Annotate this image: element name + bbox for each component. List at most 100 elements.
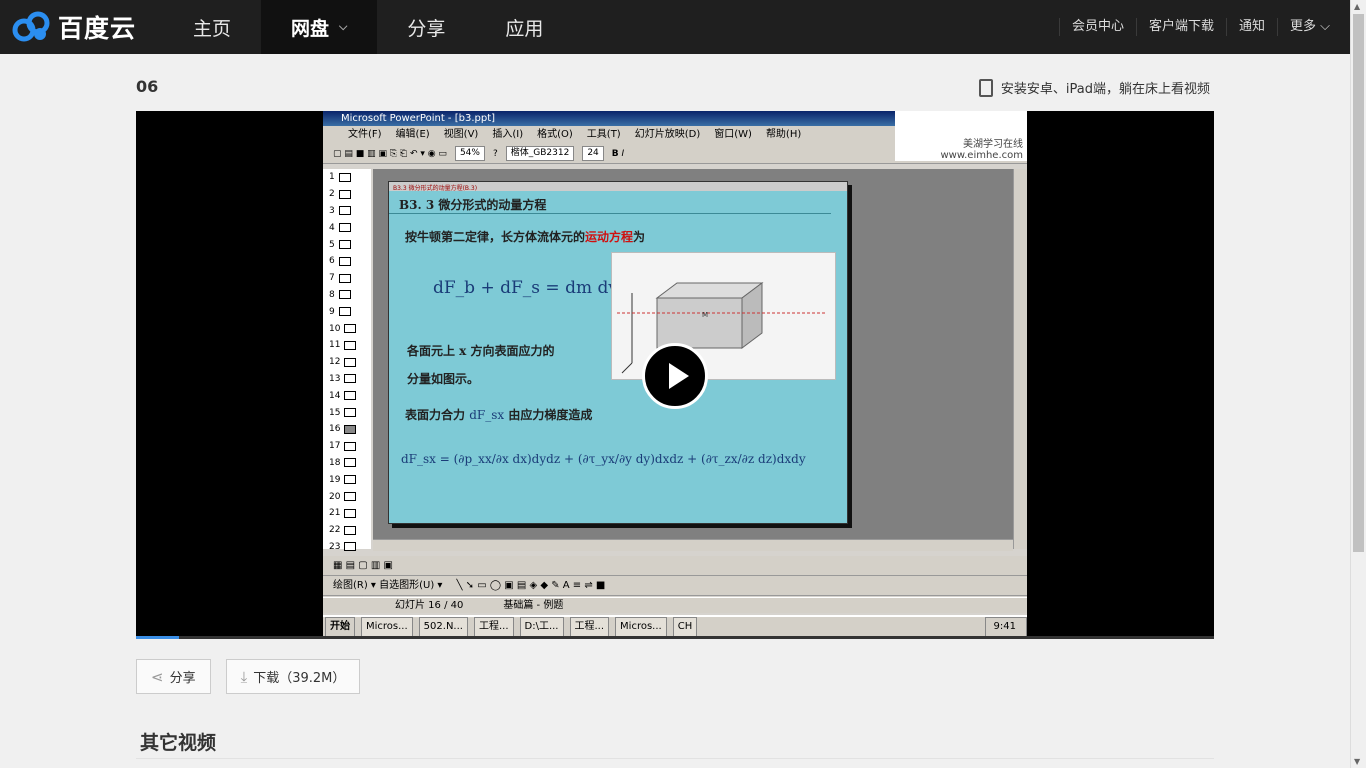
slide-number: 7 [329,273,335,284]
ppt-menu-item: 窗口(W) [714,129,752,140]
ppt-bottom-toolbars: ▦ ▤ ▢ ▥ ▣ 绘图(R) ▾ 自选图形(U) ▾ ╲ ➘ ▭ ◯ ▣ ▤ ◈… [323,556,1027,596]
slide-thumb: 13 [323,371,371,388]
other-videos-heading: 其它视频 [140,732,217,754]
ppt-menu-item: 编辑(E) [395,129,430,140]
slide-number: 23 [329,541,341,552]
slide-equation-2: dF_sx = (∂p_xx/∂x dx)dydz + (∂τ_yx/∂y dy… [401,452,806,466]
taskbar-item: Micros... [361,617,413,637]
video-title: 06 [136,77,159,96]
main-nav: 主页 网盘 ⌵ 分享 应用 [163,0,573,54]
nav-netdisk[interactable]: 网盘 ⌵ [261,0,378,54]
vip-center-link[interactable]: 会员中心 [1058,18,1136,36]
scroll-down-icon[interactable]: ▼ [1354,757,1360,766]
slide-number: 8 [329,289,335,300]
slide-thumb: 11 [323,337,371,354]
notifications-link[interactable]: 通知 [1225,18,1277,36]
scroll-up-icon[interactable]: ▲ [1354,2,1360,11]
slide-line1-b: 运动方程 [585,230,634,244]
ppt-menu-item: 幻灯片放映(D) [634,129,701,140]
slide-thumb-icon [338,307,351,317]
slide-thumb: 15 [323,404,371,421]
video-actions: ⋖ 分享 ⤓ 下载（39.2M） [136,659,361,694]
taskbar-clock: 9:41 [984,617,1027,637]
status-slide: 幻灯片 16 / 40 [395,600,464,611]
slide-line4-c: 由应力梯度造成 [508,408,593,422]
logo-text: 百度云 [58,14,137,43]
ppt-menu-item: 视图(V) [443,129,479,140]
slide-thumb: 6 [323,253,371,270]
start-button: 开始 [325,617,355,637]
slide: B3.3 微分形式的动量方程(B.3) B3. 3 微分形式的动量方程 按牛顿第… [388,181,848,524]
nav-share[interactable]: 分享 [377,0,475,54]
slide-number: 2 [329,189,335,200]
slide-thumb: 16 [323,421,371,438]
nav-apps[interactable]: 应用 [475,0,573,54]
slide-line1: 按牛顿第二定律，长方体流体元的运动方程为 [405,228,847,245]
play-icon [669,363,689,389]
more-menu[interactable]: 更多 ⌵ [1276,18,1342,36]
slide-line2: 各面元上 x 方向表面应力的 [407,344,555,358]
ppt-toolbar-icons: ▢ ▤ ■ ▥ ▣ ⎘ ⎗ ↶ ▾ ◉ ▭ [333,149,447,159]
page-scrollbar[interactable]: ▲ ▼ [1350,0,1366,768]
slide-number: 5 [329,239,335,250]
slide-thumb-icon [338,206,351,216]
view-icons: ▦ ▤ ▢ ▥ ▣ [333,560,393,571]
slide-thumb: 12 [323,354,371,371]
ppt-draw-toolbar: 绘图(R) ▾ 自选图形(U) ▾ ╲ ➘ ▭ ◯ ▣ ▤ ◈ ◆ ✎ A ≡ ⇌… [323,576,1027,596]
slide-thumb: 4 [323,219,371,236]
more-label: 更多 [1289,19,1316,34]
video-progress-fill [136,636,180,639]
slide-thumb-icon [338,273,351,283]
share-icon: ⋖ [151,667,164,686]
slide-thumb: 3 [323,203,371,220]
taskbar-item: 工程... [473,617,514,637]
client-download-link[interactable]: 客户端下载 [1135,18,1226,36]
share-button[interactable]: ⋖ 分享 [136,659,211,694]
slide-thumb-icon [338,223,351,233]
slide-number: 1 [329,172,335,183]
taskbar-lang: CH [672,617,698,637]
ppt-menu-item: 插入(I) [492,129,524,140]
draw-toolbar-text: 绘图(R) ▾ 自选图形(U) ▾ [333,580,443,591]
slide-number: 3 [329,205,335,216]
taskbar-item: 502.N... [418,617,468,637]
slide-number: 10 [329,323,341,334]
status-design: 基础篇 - 例题 [503,600,564,611]
top-navbar: 百度云 主页 网盘 ⌵ 分享 应用 会员中心 客户端下载 通知 更多 ⌵ [0,0,1350,54]
slide-number: 6 [329,256,335,267]
slide-thumb-icon [338,189,351,199]
download-button[interactable]: ⤓ 下载（39.2M） [225,659,361,694]
slide-thumb-icon [344,458,357,468]
slide-thumb-icon [344,508,357,518]
slide-line1-a: 按牛顿第二定律，长方体流体元的 [405,230,586,244]
cloud-icon [12,11,50,42]
download-icon: ⤓ [240,667,248,686]
slide-number: 19 [329,474,341,485]
logo[interactable]: 百度云 [12,9,136,45]
slide-thumb-icon [344,391,357,401]
ppt-format-icons: B I [611,149,625,159]
ppt-status-bar: 幻灯片 16 / 40 基础篇 - 例题 [323,597,1027,613]
chevron-down-icon: ⌵ [339,20,348,33]
scroll-thumb[interactable] [1353,14,1364,552]
ppt-menu-item: 文件(F) [348,129,382,140]
tablet-icon [978,78,993,97]
slide-thumb-icon [338,256,351,266]
nav-home[interactable]: 主页 [163,0,261,54]
video-player[interactable]: Microsoft PowerPoint - [b3.ppt] 文件(F) 编辑… [136,111,1214,639]
slide-thumb: 1 [323,169,371,186]
slide-thumb: 17 [323,438,371,455]
slide-thumb-icon [338,240,351,250]
slide-thumb-icon [344,408,357,418]
slide-thumb: 14 [323,387,371,404]
slide-thumb-icon [344,374,357,384]
draw-icons: ╲ ➘ ▭ ◯ ▣ ▤ ◈ ◆ ✎ A ≡ ⇌ ■ [456,580,606,591]
mobile-promo[interactable]: 安装安卓、iPad端，躺在床上看视频 [978,78,1210,97]
slide-number: 16 [329,424,341,435]
chevron-down-icon: ⌵ [1320,19,1330,34]
play-button[interactable] [642,343,708,409]
video-progress-bar[interactable] [136,636,1214,639]
slide-thumb-icon [344,424,357,434]
slide-number: 13 [329,373,341,384]
slide-number: 4 [329,222,335,233]
